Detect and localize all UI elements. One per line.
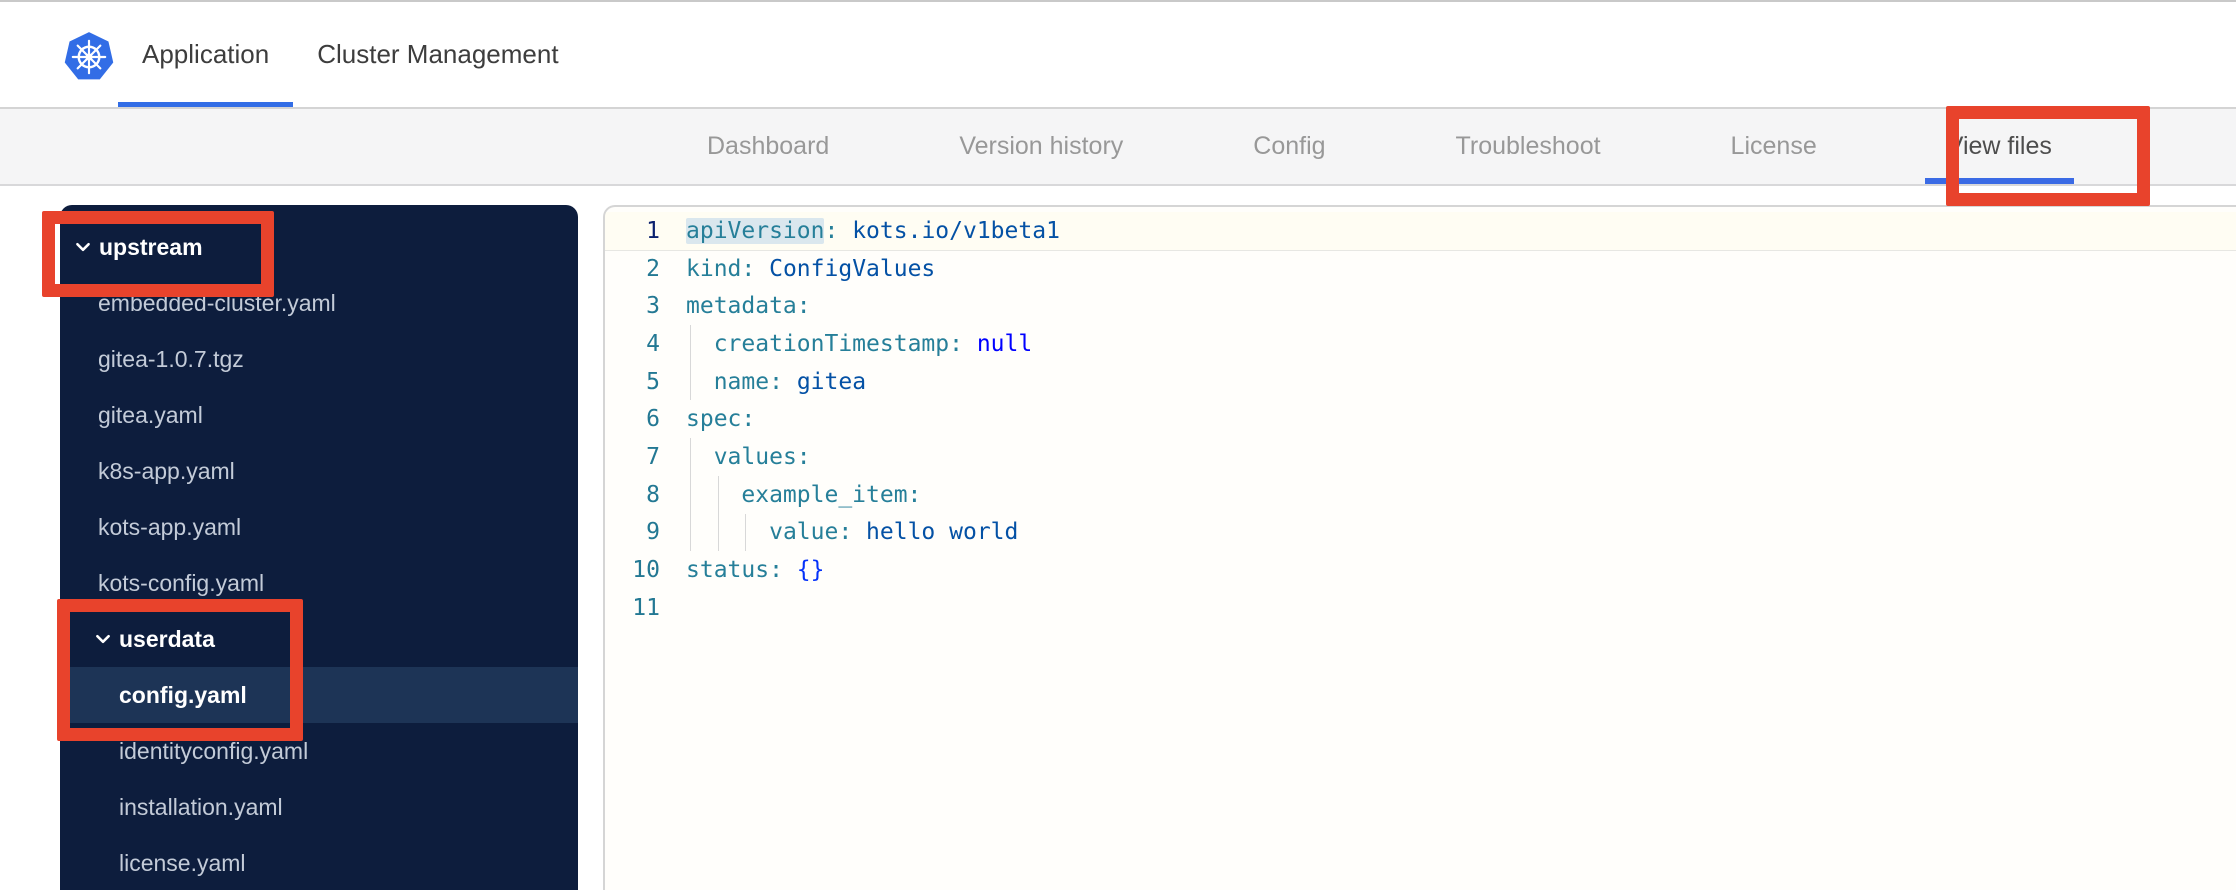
subnav-tab-dashboard[interactable]: Dashboard [685, 109, 851, 184]
file-label: gitea-1.0.7.tgz [98, 345, 244, 372]
code-text: status: {} [686, 557, 825, 584]
line-number: 3 [646, 293, 660, 320]
line-number: 6 [646, 406, 660, 433]
line-number: 8 [646, 481, 660, 508]
indent-guide [717, 475, 719, 514]
code-text: values: [686, 438, 811, 476]
file-label: gitea.yaml [98, 401, 203, 428]
sidebar-item-identityconfig-yaml[interactable]: identityconfig.yaml [60, 723, 578, 779]
line-number: 11 [632, 594, 660, 621]
sidebar-item-k8s-app-yaml[interactable]: k8s-app.yaml [60, 443, 578, 499]
code-text: spec: [686, 406, 756, 433]
subnav-tab-troubleshoot[interactable]: Troubleshoot [1434, 109, 1623, 184]
sidebar-item-gitea-1-0-7-tgz[interactable]: gitea-1.0.7.tgz [60, 331, 578, 387]
subnav-tabs: Dashboard Version history Config Troublesho… [685, 109, 2075, 184]
subnav-tab-version-history[interactable]: Version history [937, 109, 1145, 184]
sidebar-item-kots-config-yaml[interactable]: kots-config.yaml [60, 555, 578, 611]
file-label: identityconfig.yaml [119, 737, 309, 764]
file-label: license.yaml [119, 849, 246, 876]
subnav-tab-license[interactable]: License [1709, 109, 1839, 184]
code-text: kind: ConfigValues [686, 255, 936, 282]
line-number: 5 [646, 368, 660, 395]
code-line-8: 8 example_item: [605, 475, 2236, 514]
sidebar-item-embedded-cluster-yaml[interactable]: embedded-cluster.yaml [60, 275, 578, 331]
indent-guide [690, 513, 691, 552]
sidebar-item-upstream[interactable]: upstream [60, 219, 578, 275]
folder-label: userdata [119, 625, 215, 652]
line-number: 7 [646, 443, 660, 470]
file-label: embedded-cluster.yaml [98, 289, 336, 316]
code-text: apiVersion: kots.io/v1beta1 [686, 217, 1060, 244]
file-label: installation.yaml [119, 793, 283, 820]
sidebar-item-license-yaml[interactable]: license.yaml [60, 835, 578, 890]
app-subnav: Dashboard Version history Config Troublesho… [0, 109, 2236, 186]
top-header: Application Cluster Management [0, 0, 2236, 109]
code-line-3: 3 metadata: [605, 287, 2236, 325]
subnav-tab-config[interactable]: Config [1231, 109, 1347, 184]
code-line-2: 2 kind: ConfigValues [605, 250, 2236, 288]
kots-admin-console: Application Cluster Management Dashboard V… [0, 0, 2236, 890]
sidebar-item-kots-app-yaml[interactable]: kots-app.yaml [60, 499, 578, 555]
header-tab-application[interactable]: Application [118, 2, 294, 107]
subnav-tab-view-files[interactable]: View files [1924, 109, 2075, 184]
file-label: kots-app.yaml [98, 513, 242, 540]
line-number: 9 [646, 519, 660, 546]
chevron-down-icon [94, 630, 112, 648]
code-line-9: 9 value: hello world [605, 513, 2236, 552]
sidebar-item-installation-yaml[interactable]: installation.yaml [60, 779, 578, 835]
kubernetes-logo-icon [62, 30, 116, 84]
code-line-7: 7 values: [605, 438, 2236, 476]
line-number: 4 [646, 330, 660, 357]
file-label: k8s-app.yaml [98, 457, 235, 484]
indent-guide [690, 475, 691, 514]
code-text: metadata: [686, 293, 811, 320]
header-tabs: Application Cluster Management [118, 2, 583, 107]
line-number: 10 [632, 557, 660, 584]
code-line-4: 4 creationTimestamp: null [605, 325, 2236, 363]
code-editor[interactable]: 1 apiVersion: kots.io/v1beta1 2 kind: Confi… [603, 205, 2236, 890]
code-line-6: 6 spec: [605, 400, 2236, 438]
file-label: config.yaml [119, 681, 247, 708]
line-number: 2 [646, 255, 660, 282]
indent-guide [690, 438, 691, 476]
file-tree-sidebar[interactable]: upstream embedded-cluster.yaml gitea-1.0.7… [60, 205, 578, 890]
code-line-1: 1 apiVersion: kots.io/v1beta1 [605, 212, 2236, 250]
code-text: example_item: [686, 475, 921, 514]
sidebar-item-gitea-yaml[interactable]: gitea.yaml [60, 387, 578, 443]
code-line-10: 10 status: {} [605, 551, 2236, 589]
sidebar-item-config-yaml[interactable]: config.yaml [60, 667, 578, 723]
code-text: creationTimestamp: null [686, 325, 1032, 363]
chevron-down-icon [74, 238, 92, 256]
header-tab-cluster-management[interactable]: Cluster Management [293, 2, 582, 107]
code-text: value: hello world [686, 513, 1018, 552]
indent-guide [717, 513, 719, 552]
indent-guide [690, 325, 691, 363]
file-label: kots-config.yaml [98, 569, 265, 596]
code-line-5: 5 name: gitea [605, 362, 2236, 401]
code-text: name: gitea [686, 362, 866, 401]
folder-label: upstream [99, 233, 203, 260]
indent-guide [745, 513, 747, 552]
sidebar-item-userdata[interactable]: userdata [60, 611, 578, 667]
code-line-11: 11 [605, 589, 2236, 627]
indent-guide [690, 362, 691, 401]
line-number: 1 [646, 217, 660, 244]
